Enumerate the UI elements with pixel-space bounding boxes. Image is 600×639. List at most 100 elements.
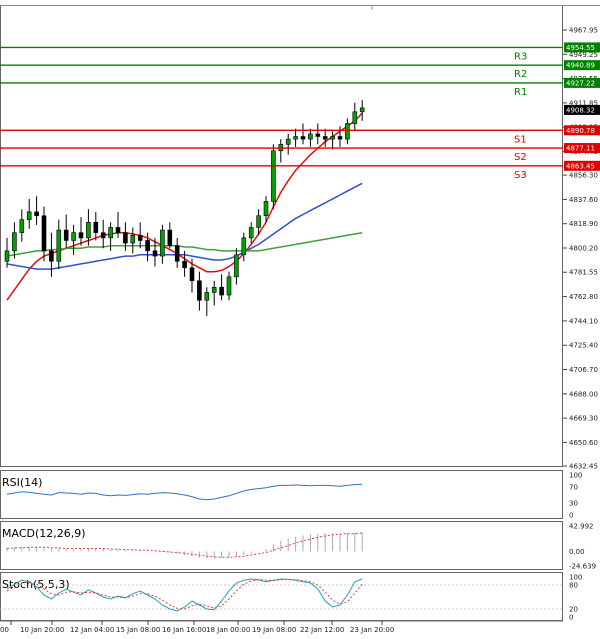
y-tick-label: 4967.95 xyxy=(569,27,598,35)
main-panel-frame xyxy=(0,5,563,467)
candle-body xyxy=(197,280,202,301)
candle-body xyxy=(19,219,25,233)
candle-body xyxy=(130,234,136,244)
pivot-price-label: 4890.78 xyxy=(566,127,595,135)
current-price-label: 4908.32 xyxy=(566,106,595,114)
pivot-price-label: 4863.45 xyxy=(566,162,595,170)
candle-body xyxy=(204,292,210,301)
candle-body xyxy=(34,211,39,217)
candle-body xyxy=(152,250,158,257)
indicator-panel-frame xyxy=(0,470,563,519)
candle-body xyxy=(315,133,321,137)
candle-body xyxy=(115,227,121,233)
pivot-price-label: 4927.22 xyxy=(566,79,595,87)
candle-body xyxy=(330,136,335,140)
pivot-level-name: S3 xyxy=(514,170,527,181)
candle-body xyxy=(263,201,269,217)
price-chart: 4967.954949.254930.554911.854893.154874.… xyxy=(0,5,600,634)
indicator-scale-label: 30 xyxy=(569,500,578,508)
candle-body xyxy=(256,215,261,228)
candle-body xyxy=(167,229,173,246)
chart-window: 4967.954949.254930.554911.854893.154874.… xyxy=(0,0,600,639)
y-tick-label: 4762.80 xyxy=(569,293,598,301)
indicator-scale-label: 0 xyxy=(569,614,573,622)
candle-body xyxy=(12,232,17,252)
indicator-scale-label: 0 xyxy=(569,512,573,520)
y-tick-label: 4856.30 xyxy=(569,172,598,180)
candle-body xyxy=(56,229,62,262)
candle-body xyxy=(293,136,298,140)
indicator-scale-label: 100 xyxy=(569,574,582,582)
candle-body xyxy=(182,260,187,269)
candle-body xyxy=(241,237,247,256)
indicator-scale-label: -24.639 xyxy=(569,563,596,571)
x-tick-label: 10 Jan 20:00 xyxy=(20,626,64,634)
indicator-scale-label: 80 xyxy=(569,582,578,590)
candle-body xyxy=(86,221,91,239)
candle-body xyxy=(123,232,128,244)
pivot-level-name: S1 xyxy=(514,134,527,145)
y-tick-label: 4800.20 xyxy=(569,245,598,253)
x-tick-label: 00 xyxy=(0,626,9,634)
candle-body xyxy=(78,232,84,239)
candle-body xyxy=(71,232,76,241)
indicator-name: RSI(14) xyxy=(2,476,42,489)
candle-body xyxy=(137,234,143,241)
candle-body xyxy=(322,136,328,140)
candle-body xyxy=(145,240,150,252)
pivot-price-label: 4940.89 xyxy=(566,62,595,70)
rsi-line xyxy=(6,483,363,501)
candle-body xyxy=(271,150,276,202)
candle-body xyxy=(359,107,365,113)
indicator-scale-label: 0.00 xyxy=(569,548,585,556)
candle-body xyxy=(248,227,254,239)
y-tick-label: 4781.55 xyxy=(569,269,598,277)
pivot-level-name: R3 xyxy=(514,51,527,62)
y-tick-label: 4632.45 xyxy=(569,463,598,471)
candle-body xyxy=(160,229,165,257)
x-tick-label: 19 Jan 08:00 xyxy=(252,626,296,634)
candle-body xyxy=(285,138,291,145)
pivot-level-name: S2 xyxy=(514,152,527,163)
candle-body xyxy=(63,229,69,241)
candle-body xyxy=(308,133,313,140)
candle-body xyxy=(49,250,54,262)
indicator-scale-label: 42.992 xyxy=(569,523,594,531)
pivot-level-name: R1 xyxy=(514,87,527,98)
x-tick-label: 23 Jan 20:00 xyxy=(350,626,394,634)
pivot-price-label: 4877.11 xyxy=(566,145,595,153)
y-tick-label: 4669.30 xyxy=(569,415,598,423)
y-tick-label: 4688.00 xyxy=(569,390,598,398)
candle-body xyxy=(100,232,106,239)
candle-body xyxy=(352,111,358,124)
candle-body xyxy=(93,221,99,233)
y-tick-label: 4706.70 xyxy=(569,366,598,374)
indicator-scale-label: 100 xyxy=(569,472,582,480)
candle-body xyxy=(337,136,343,140)
indicator-name: MACD(12,26,9) xyxy=(2,527,86,540)
y-tick-label: 4650.60 xyxy=(569,439,598,447)
x-tick-label: 18 Jan 00:00 xyxy=(206,626,250,634)
candle-body xyxy=(4,250,10,262)
indicator-name: Stoch(5,5,3) xyxy=(2,578,70,591)
candle-body xyxy=(345,123,350,140)
x-tick-label: 12 Jan 04:00 xyxy=(70,626,114,634)
candle-body xyxy=(26,211,32,220)
y-tick-label: 4744.10 xyxy=(569,317,598,325)
y-tick-label: 4837.60 xyxy=(569,196,598,204)
candle-body xyxy=(219,286,224,296)
candle-body xyxy=(234,254,239,278)
candle-body xyxy=(174,245,180,262)
y-tick-label: 4725.40 xyxy=(569,342,598,350)
candle-body xyxy=(300,136,306,140)
candle-body xyxy=(41,215,47,252)
y-tick-label: 4818.90 xyxy=(569,220,598,228)
indicator-scale-label: 70 xyxy=(569,484,578,492)
indicator-scale-label: 20 xyxy=(569,606,578,614)
pivot-price-label: 4954.55 xyxy=(566,44,595,52)
candle-body xyxy=(189,267,195,282)
pivot-level-name: R2 xyxy=(514,69,527,80)
x-tick-label: 22 Jan 12:00 xyxy=(300,626,344,634)
candle-body xyxy=(211,286,217,293)
candle-body xyxy=(108,227,113,239)
